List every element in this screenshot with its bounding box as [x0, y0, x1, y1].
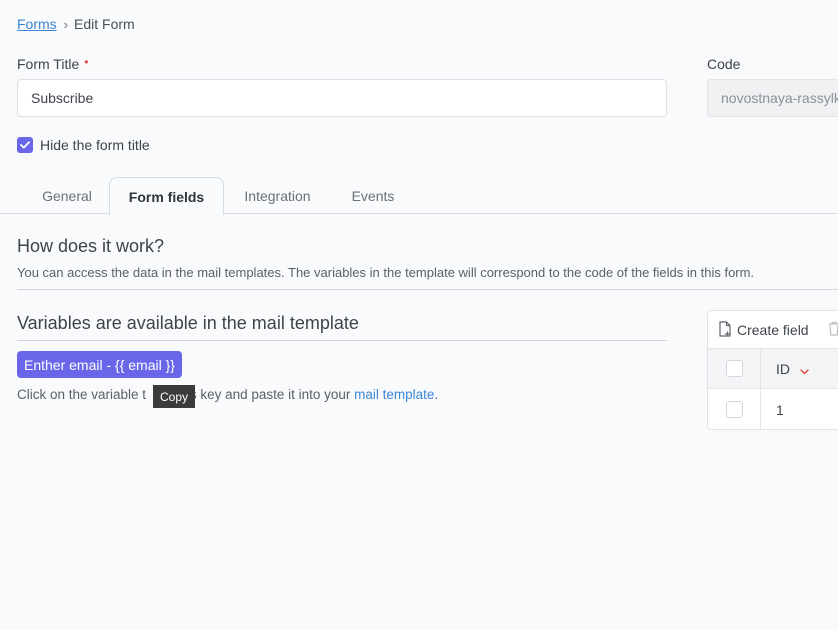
column-divider	[760, 348, 761, 429]
variables-hint: Click on the variable t its key and paste…	[17, 387, 438, 402]
breadcrumb-current: Edit Form	[74, 16, 135, 32]
tab-integration[interactable]: Integration	[230, 177, 325, 214]
section-divider	[17, 289, 838, 290]
tab-bar: General Form fields Integration Events	[0, 177, 838, 215]
hint-text-middle: its key and paste it into your	[183, 387, 355, 402]
variables-divider	[17, 340, 667, 341]
breadcrumb-separator: ›	[63, 16, 69, 32]
how-it-works-description: You can access the data in the mail temp…	[17, 265, 755, 280]
code-label: Code	[707, 56, 741, 72]
required-indicator: •	[84, 55, 89, 69]
form-title-label-text: Form Title	[17, 56, 80, 72]
row-select-checkbox[interactable]	[726, 401, 743, 418]
trash-icon[interactable]	[828, 321, 838, 339]
hint-text-end: .	[434, 387, 439, 402]
table-header-row: ID	[708, 348, 838, 389]
create-field-label: Create field	[737, 321, 809, 338]
hide-form-title-checkbox[interactable]: Hide the form title	[17, 137, 150, 153]
table-row[interactable]: 1	[708, 389, 838, 429]
tab-general[interactable]: General	[27, 177, 107, 214]
mail-template-link[interactable]: mail template	[354, 387, 434, 402]
tab-events[interactable]: Events	[337, 177, 409, 214]
copy-tooltip: Copy	[153, 385, 196, 408]
select-all-checkbox[interactable]	[726, 360, 743, 377]
breadcrumb: Forms › Edit Form	[17, 16, 135, 32]
code-input[interactable]	[707, 79, 838, 117]
form-fields-table: Create field ID 1	[707, 310, 838, 430]
create-field-button[interactable]: Create field	[718, 321, 809, 338]
form-title-label: Form Title •	[17, 55, 89, 72]
how-it-works-heading: How does it work?	[17, 236, 165, 256]
sort-chevron-down-icon[interactable]	[800, 362, 809, 378]
variables-heading: Variables are available in the mail temp…	[17, 313, 359, 333]
row-id-cell: 1	[776, 402, 784, 418]
hide-form-title-label: Hide the form title	[40, 137, 150, 153]
table-toolbar: Create field	[708, 311, 838, 348]
hint-text-start: Click on the variable t	[17, 387, 147, 402]
add-document-icon	[718, 321, 733, 338]
column-id-label: ID	[776, 361, 790, 377]
edit-form-page: Forms › Edit Form Form Title • Code Hide …	[0, 0, 838, 630]
column-id-header[interactable]: ID	[776, 361, 809, 378]
checkbox-checked-icon[interactable]	[17, 137, 33, 153]
variable-email-chip[interactable]: Enther email - {{ email }}	[17, 351, 182, 378]
tab-form-fields[interactable]: Form fields	[109, 177, 224, 215]
breadcrumb-link-forms[interactable]: Forms	[17, 16, 57, 32]
form-title-input[interactable]	[17, 79, 667, 117]
